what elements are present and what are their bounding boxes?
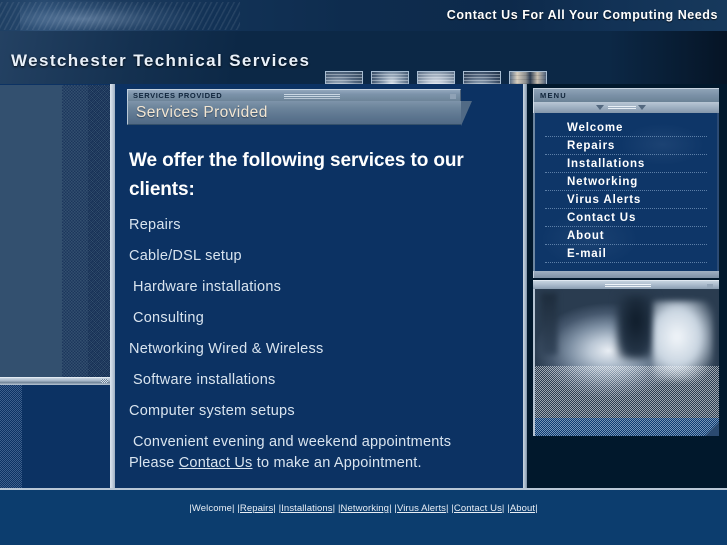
- menu-grip-lines-decoration: [608, 106, 636, 110]
- footer-link-contact-us[interactable]: |Contact Us|: [451, 503, 504, 514]
- scanline-overlay: [418, 72, 454, 84]
- left-photo-hand-writing: [0, 85, 110, 377]
- menu-footer-bar: [533, 271, 719, 278]
- scanline-overlay: [464, 72, 500, 84]
- sidebar-item-about[interactable]: About: [545, 227, 707, 245]
- sidebar-photo-hands-repair: [533, 289, 719, 436]
- menu-subheader-bar: [533, 102, 719, 113]
- sidebar-item-welcome[interactable]: Welcome: [545, 119, 707, 137]
- page-title: Services Provided: [136, 103, 268, 121]
- left-lower-dither-overlay: [0, 385, 22, 488]
- footer-link-label[interactable]: |Welcome|: [189, 503, 234, 514]
- list-item: Computer system setups: [129, 403, 295, 419]
- closing-note-line-2: Please Contact Us to make an Appointment…: [115, 453, 523, 474]
- closing-note: Convenient evening and weekend appointme…: [115, 432, 523, 474]
- triangle-right-icon: [638, 105, 646, 110]
- list-item: Repairs: [129, 217, 181, 233]
- thumb-person-image: [371, 71, 409, 84]
- masthead: Westchester Technical Services: [0, 31, 727, 84]
- right-sidebar-column: Menu Welcome Repairs Installations Netwo…: [527, 84, 727, 488]
- photo-corner-fold-decoration: [705, 422, 719, 436]
- site-title: Westchester Technical Services: [11, 51, 311, 70]
- banner-tagline: Contact Us For All Your Computing Needs: [446, 8, 718, 22]
- scanline-overlay: [372, 72, 408, 84]
- triangle-left-icon: [596, 105, 604, 110]
- footer-link-networking[interactable]: |Networking|: [338, 503, 392, 514]
- top-banner: Contact Us For All Your Computing Needs: [0, 0, 727, 31]
- menu-header-bar: Menu: [533, 88, 719, 102]
- footer: |Welcome| |Repairs| |Installations| |Net…: [0, 490, 727, 545]
- sidebar-item-networking[interactable]: Networking: [545, 173, 707, 191]
- services-panel-header: Services Provided Services Provided: [127, 89, 472, 126]
- sidebar-item-email[interactable]: E-mail: [545, 245, 707, 263]
- photo-shadow-decoration: [541, 293, 557, 355]
- sidebar-menu: Menu Welcome Repairs Installations Netwo…: [533, 88, 719, 278]
- sidebar-photo-panel: [533, 280, 719, 436]
- panel-grip-dots-decoration: [450, 94, 456, 99]
- footer-link-about[interactable]: |About|: [507, 503, 537, 514]
- thumb-eye-mouse-image: [417, 71, 455, 84]
- left-photo-dither-overlay-dense: [88, 85, 110, 377]
- footer-link-label[interactable]: |Contact Us|: [451, 503, 504, 514]
- list-item: Networking Wired & Wireless: [129, 341, 324, 357]
- left-lower-panel: [0, 385, 110, 488]
- sidebar-item-installations[interactable]: Installations: [545, 155, 707, 173]
- sidebar-item-repairs[interactable]: Repairs: [545, 137, 707, 155]
- masthead-thumbnail-strip: [325, 71, 547, 84]
- left-corner-grip-decoration: [101, 379, 108, 383]
- footer-link-label[interactable]: |Networking|: [338, 503, 392, 514]
- masthead-shadow-decoration: [607, 31, 727, 84]
- photo-shadow-decoration-2: [617, 295, 655, 359]
- panel-grip-lines-decoration: [284, 94, 340, 99]
- photo-grip-dots-decoration: [707, 284, 713, 288]
- thumb-abstract-blur-image: [463, 71, 501, 84]
- footer-link-repairs[interactable]: |Repairs|: [237, 503, 276, 514]
- footer-link-installations[interactable]: |Installations|: [279, 503, 336, 514]
- thumb-server-rack-image: [509, 71, 547, 84]
- contact-us-link[interactable]: Contact Us: [179, 455, 253, 471]
- footer-link-label[interactable]: |About|: [507, 503, 537, 514]
- panel-eyebrow-label: Services Provided: [133, 91, 223, 100]
- footer-link-virus-alerts[interactable]: |Virus Alerts|: [394, 503, 448, 514]
- photo-bottom-band-decoration: [535, 418, 719, 436]
- closing-note-suffix: to make an Appointment.: [252, 455, 422, 471]
- list-item: Cable/DSL setup: [129, 248, 242, 264]
- services-list: Repairs Cable/DSL setup Hardware install…: [115, 210, 523, 427]
- footer-link-label[interactable]: |Installations|: [279, 503, 336, 514]
- panel-header-strip: Services Provided: [127, 89, 461, 101]
- menu-items-container: Welcome Repairs Installations Networking…: [533, 113, 719, 271]
- left-decorative-column: [0, 84, 110, 488]
- footer-link-label[interactable]: |Virus Alerts|: [394, 503, 448, 514]
- banner-glow-decoration: [20, 1, 200, 31]
- footer-link-label[interactable]: |Repairs|: [237, 503, 276, 514]
- left-horizontal-divider: [0, 377, 110, 385]
- sidebar-photo-header-strip: [533, 280, 719, 289]
- scanline-overlay: [326, 72, 362, 84]
- page-body-area: Services Provided Services Provided We o…: [0, 84, 727, 488]
- panel-title-bar: Services Provided: [127, 101, 472, 126]
- list-item: Hardware installations: [133, 279, 282, 295]
- footer-link-welcome[interactable]: |Welcome|: [189, 503, 234, 514]
- closing-note-line-1: Convenient evening and weekend appointme…: [133, 434, 452, 450]
- main-content-column: Services Provided Services Provided We o…: [115, 84, 523, 488]
- scanline-overlay: [510, 72, 546, 84]
- closing-note-prefix: Please: [129, 455, 179, 471]
- sidebar-item-contact-us[interactable]: Contact Us: [545, 209, 707, 227]
- sidebar-item-virus-alerts[interactable]: Virus Alerts: [545, 191, 707, 209]
- thumb-hand-keyboard-image: [325, 71, 363, 84]
- menu-header-label: Menu: [540, 91, 567, 100]
- photo-grip-lines-decoration: [605, 284, 651, 287]
- list-item: Consulting: [133, 310, 205, 326]
- footer-nav: |Welcome| |Repairs| |Installations| |Net…: [0, 503, 727, 514]
- list-item: Software installations: [133, 372, 276, 388]
- page-headline: We offer the following services to our c…: [129, 150, 464, 200]
